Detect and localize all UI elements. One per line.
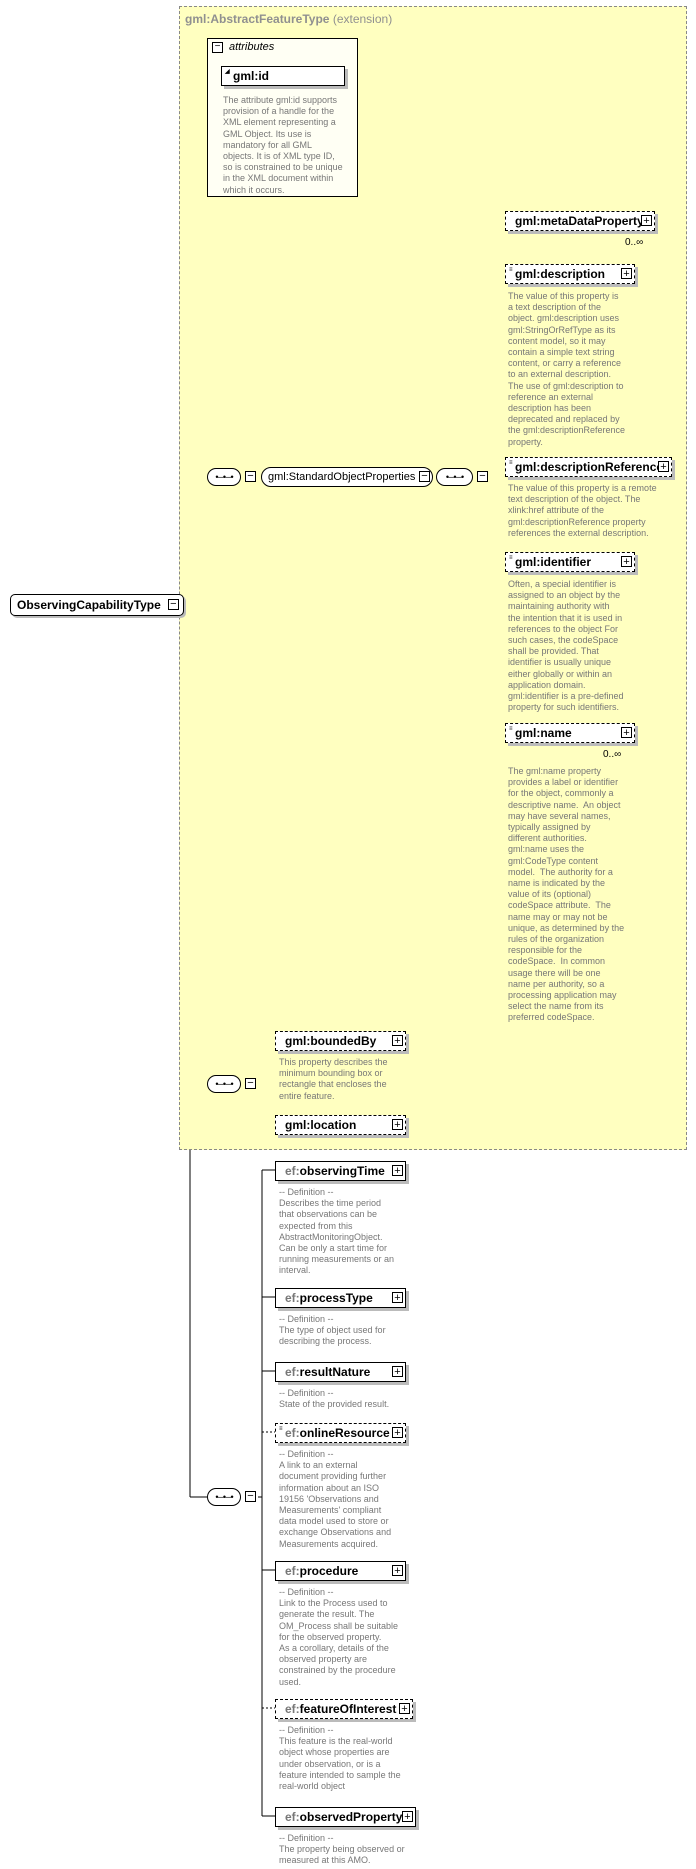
collapse-icon[interactable]: − bbox=[212, 41, 223, 53]
sequence-icon: •─•─• bbox=[215, 1492, 233, 1502]
expand-icon[interactable]: + bbox=[641, 215, 652, 227]
expand-icon[interactable]: + bbox=[392, 1165, 403, 1177]
root-element-label: ObservingCapabilityType bbox=[17, 598, 161, 612]
element-processtype[interactable]: ef:processType + bbox=[275, 1288, 406, 1308]
occurrence-label: 0..∞ bbox=[625, 237, 644, 248]
collapse-icon[interactable]: − bbox=[477, 471, 488, 482]
element-icon: ≡ bbox=[509, 460, 513, 466]
group-standard-object-properties[interactable]: gml:StandardObjectProperties − bbox=[261, 467, 433, 487]
element-label: onlineResource bbox=[299, 1426, 390, 1440]
sequence-compositor[interactable]: •─•─• − bbox=[207, 1488, 256, 1506]
element-icon: ≡ bbox=[509, 555, 513, 561]
expand-icon[interactable]: + bbox=[621, 556, 632, 568]
element-label: observingTime bbox=[299, 1164, 385, 1178]
group-label: gml:StandardObjectProperties bbox=[268, 471, 416, 483]
expand-icon[interactable]: + bbox=[402, 1811, 413, 1823]
element-label: resultNature bbox=[299, 1365, 371, 1379]
attribute-icon: ◢ bbox=[225, 69, 230, 75]
element-label: observedProperty bbox=[299, 1810, 403, 1824]
occurrence-label: 0..∞ bbox=[603, 749, 622, 760]
element-label: gml:location bbox=[285, 1118, 357, 1132]
element-icon: ≡ bbox=[509, 726, 513, 732]
expand-icon[interactable]: + bbox=[621, 268, 632, 280]
element-procedure[interactable]: ef:procedure + bbox=[275, 1561, 406, 1581]
extension-suffix: (extension) bbox=[332, 12, 393, 26]
element-name[interactable]: ≡ gml:name + bbox=[505, 723, 635, 743]
sequence-compositor[interactable]: •─•─• − bbox=[207, 1075, 256, 1093]
element-description-text: -- Definition -- A link to an external d… bbox=[279, 1449, 392, 1549]
element-prefix: ef: bbox=[285, 1164, 300, 1178]
expand-icon[interactable]: + bbox=[658, 461, 669, 473]
element-description-text: -- Definition -- This feature is the rea… bbox=[279, 1725, 401, 1792]
element-description-text: -- Definition -- The property being obse… bbox=[279, 1833, 405, 1866]
expand-icon[interactable]: + bbox=[392, 1565, 403, 1577]
element-label: gml:descriptionReference bbox=[515, 460, 664, 474]
element-icon: ≡ bbox=[509, 267, 513, 273]
element-prefix: ef: bbox=[285, 1810, 300, 1824]
element-observingtime[interactable]: ef:observingTime + bbox=[275, 1161, 406, 1181]
collapse-icon[interactable]: − bbox=[245, 1078, 256, 1089]
expand-icon[interactable]: + bbox=[621, 727, 632, 739]
element-label: procedure bbox=[299, 1564, 359, 1578]
sequence-icon: •─•─• bbox=[215, 1079, 233, 1089]
element-label: featureOfInterest bbox=[299, 1702, 397, 1716]
element-metadataproperty[interactable]: gml:metaDataProperty + bbox=[505, 211, 655, 231]
expand-icon[interactable]: + bbox=[392, 1366, 403, 1378]
element-prefix: ef: bbox=[285, 1564, 300, 1578]
element-label: gml:identifier bbox=[515, 555, 592, 569]
element-label: gml:metaDataProperty bbox=[515, 214, 644, 228]
sequence-compositor[interactable]: •─•─• − bbox=[207, 468, 256, 486]
element-label: gml:name bbox=[515, 726, 572, 740]
sequence-compositor[interactable]: •─•─• − bbox=[436, 468, 488, 486]
element-identifier[interactable]: ≡ gml:identifier + bbox=[505, 552, 635, 572]
expand-icon[interactable]: + bbox=[399, 1703, 410, 1715]
element-description-text: The value of this property is a text des… bbox=[508, 291, 626, 447]
expand-icon[interactable]: + bbox=[392, 1035, 403, 1047]
element-icon: ≡ bbox=[279, 1426, 283, 1432]
element-featureofinterest[interactable]: ef:featureOfInterest + bbox=[275, 1699, 413, 1719]
sequence-icon: •─•─• bbox=[215, 472, 233, 482]
element-prefix: ef: bbox=[285, 1426, 300, 1440]
expand-icon[interactable]: + bbox=[392, 1292, 403, 1304]
element-description-text: Often, a special identifier is assigned … bbox=[508, 579, 624, 713]
schema-diagram: gml:AbstractFeatureType (extension) − att… bbox=[0, 0, 696, 1869]
element-description-text: The value of this property is a remote t… bbox=[508, 483, 657, 538]
element-boundedby[interactable]: gml:boundedBy + bbox=[275, 1031, 406, 1051]
element-prefix: ef: bbox=[285, 1365, 300, 1379]
collapse-icon[interactable]: − bbox=[419, 471, 430, 482]
element-resultnature[interactable]: ef:resultNature + bbox=[275, 1362, 406, 1382]
attributes-header[interactable]: − attributes bbox=[212, 41, 274, 53]
element-label: processType bbox=[299, 1291, 373, 1305]
element-label: gml:description bbox=[515, 267, 606, 281]
element-description-text: This property describes the minimum boun… bbox=[279, 1057, 388, 1101]
attribute-description: The attribute gml:id supports provision … bbox=[223, 95, 343, 195]
element-label: gml:boundedBy bbox=[285, 1034, 377, 1048]
element-description[interactable]: ≡ gml:description + bbox=[505, 264, 635, 284]
element-prefix: ef: bbox=[285, 1291, 300, 1305]
element-descriptionreference[interactable]: ≡ gml:descriptionReference + bbox=[505, 457, 672, 477]
attributes-title: attributes bbox=[229, 41, 275, 53]
sequence-icon: •─•─• bbox=[445, 472, 464, 482]
element-description-text: The gml:name property provides a label o… bbox=[508, 766, 625, 1023]
attribute-name: gml:id bbox=[233, 69, 269, 83]
collapse-icon[interactable]: − bbox=[245, 1491, 256, 1502]
element-description-text: -- Definition -- Link to the Process use… bbox=[279, 1587, 399, 1687]
extension-type: gml:AbstractFeatureType bbox=[185, 12, 330, 26]
element-description-text: -- Definition -- Describes the time peri… bbox=[279, 1187, 395, 1276]
expand-icon[interactable]: + bbox=[392, 1119, 403, 1131]
collapse-icon[interactable]: − bbox=[167, 599, 179, 610]
element-description-text: -- Definition -- The type of object used… bbox=[279, 1314, 386, 1347]
root-element[interactable]: ObservingCapabilityType − bbox=[10, 594, 184, 616]
extension-title: gml:AbstractFeatureType (extension) bbox=[185, 12, 392, 26]
element-location[interactable]: gml:location + bbox=[275, 1115, 406, 1135]
collapse-icon[interactable]: − bbox=[245, 471, 256, 482]
element-observedproperty[interactable]: ef:observedProperty + bbox=[275, 1807, 416, 1827]
attribute-gml-id[interactable]: ◢ gml:id bbox=[221, 66, 345, 86]
element-prefix: ef: bbox=[285, 1702, 300, 1716]
element-description-text: -- Definition -- State of the provided r… bbox=[279, 1388, 390, 1410]
expand-icon[interactable]: + bbox=[392, 1427, 403, 1439]
element-onlineresource[interactable]: ≡ ef:onlineResource + bbox=[275, 1423, 406, 1443]
